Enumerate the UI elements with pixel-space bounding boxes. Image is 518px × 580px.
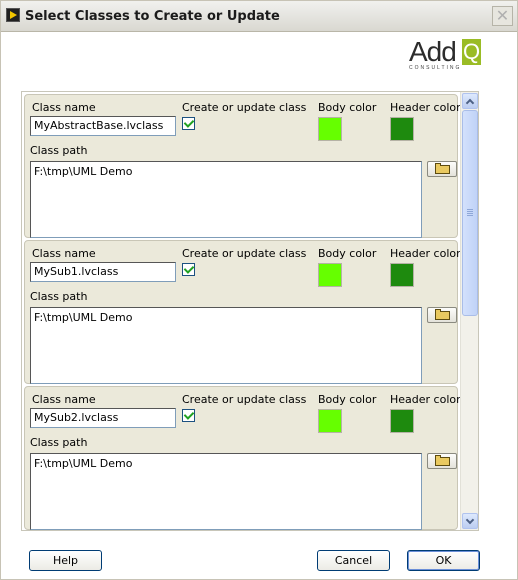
class-path-label: Class path (30, 436, 88, 449)
class-name-field[interactable]: MySub2.lvclass (30, 408, 176, 428)
dialog-window: Select Classes to Create or Update ✕ Add… (0, 0, 518, 580)
folder-open-icon (435, 309, 450, 320)
thumb-grip (467, 215, 473, 216)
addq-logo: Add Q CONSULTING (409, 37, 481, 71)
logo-subtitle: CONSULTING (409, 65, 462, 71)
cancel-button[interactable]: Cancel (317, 550, 390, 571)
scroll-down-arrow-icon[interactable] (462, 513, 478, 529)
header-color-label: Header color (390, 101, 461, 114)
header-color-label: Header color (390, 247, 461, 260)
class-path-field[interactable]: F:\tmp\UML Demo (30, 161, 422, 238)
thumb-grip (467, 209, 473, 210)
body-color-swatch[interactable] (318, 263, 342, 287)
header-color-swatch[interactable] (390, 263, 414, 287)
body-color-swatch[interactable] (318, 117, 342, 141)
vertical-scrollbar[interactable] (460, 92, 478, 530)
create-update-label: Create or update class (182, 247, 307, 260)
scroll-thumb[interactable] (462, 110, 478, 316)
class-item: Class name Create or update class Body c… (24, 240, 461, 384)
body-color-swatch[interactable] (318, 409, 342, 433)
scroll-up-arrow-icon[interactable] (462, 93, 478, 109)
close-button[interactable]: ✕ (492, 6, 513, 26)
logo-word: Add (409, 36, 457, 67)
class-name-label: Class name (32, 247, 96, 260)
class-name-field[interactable]: MySub1.lvclass (30, 262, 176, 282)
create-update-checkbox[interactable] (182, 117, 195, 130)
class-list: Class name Create or update class Body c… (21, 91, 479, 531)
create-update-checkbox[interactable] (182, 409, 195, 422)
body-color-label: Body color (318, 393, 377, 406)
logo-accent: Q (462, 39, 481, 65)
browse-button[interactable] (427, 453, 457, 469)
create-update-checkbox[interactable] (182, 263, 195, 276)
class-name-field[interactable]: MyAbstractBase.lvclass (30, 116, 176, 136)
thumb-grip (467, 211, 473, 212)
browse-button[interactable] (427, 307, 457, 323)
body-color-label: Body color (318, 101, 377, 114)
class-path-label: Class path (30, 144, 88, 157)
window-title: Select Classes to Create or Update (25, 9, 280, 24)
header-color-label: Header color (390, 393, 461, 406)
class-name-label: Class name (32, 101, 96, 114)
folder-open-icon (435, 455, 450, 466)
class-name-label: Class name (32, 393, 96, 406)
class-item: Class name Create or update class Body c… (24, 386, 461, 530)
header-color-swatch[interactable] (390, 409, 414, 433)
help-button[interactable]: Help (29, 550, 102, 571)
create-update-label: Create or update class (182, 393, 307, 406)
ok-button[interactable]: OK (407, 550, 480, 571)
body-color-label: Body color (318, 247, 377, 260)
labview-app-icon (6, 8, 20, 22)
class-item: Class name Create or update class Body c… (24, 94, 461, 238)
header-color-swatch[interactable] (390, 117, 414, 141)
folder-open-icon (435, 163, 450, 174)
create-update-label: Create or update class (182, 101, 307, 114)
class-path-field[interactable]: F:\tmp\UML Demo (30, 307, 422, 384)
thumb-grip (467, 213, 473, 214)
class-path-field[interactable]: F:\tmp\UML Demo (30, 453, 422, 530)
browse-button[interactable] (427, 161, 457, 177)
title-bar: Select Classes to Create or Update ✕ (1, 1, 517, 32)
class-path-label: Class path (30, 290, 88, 303)
